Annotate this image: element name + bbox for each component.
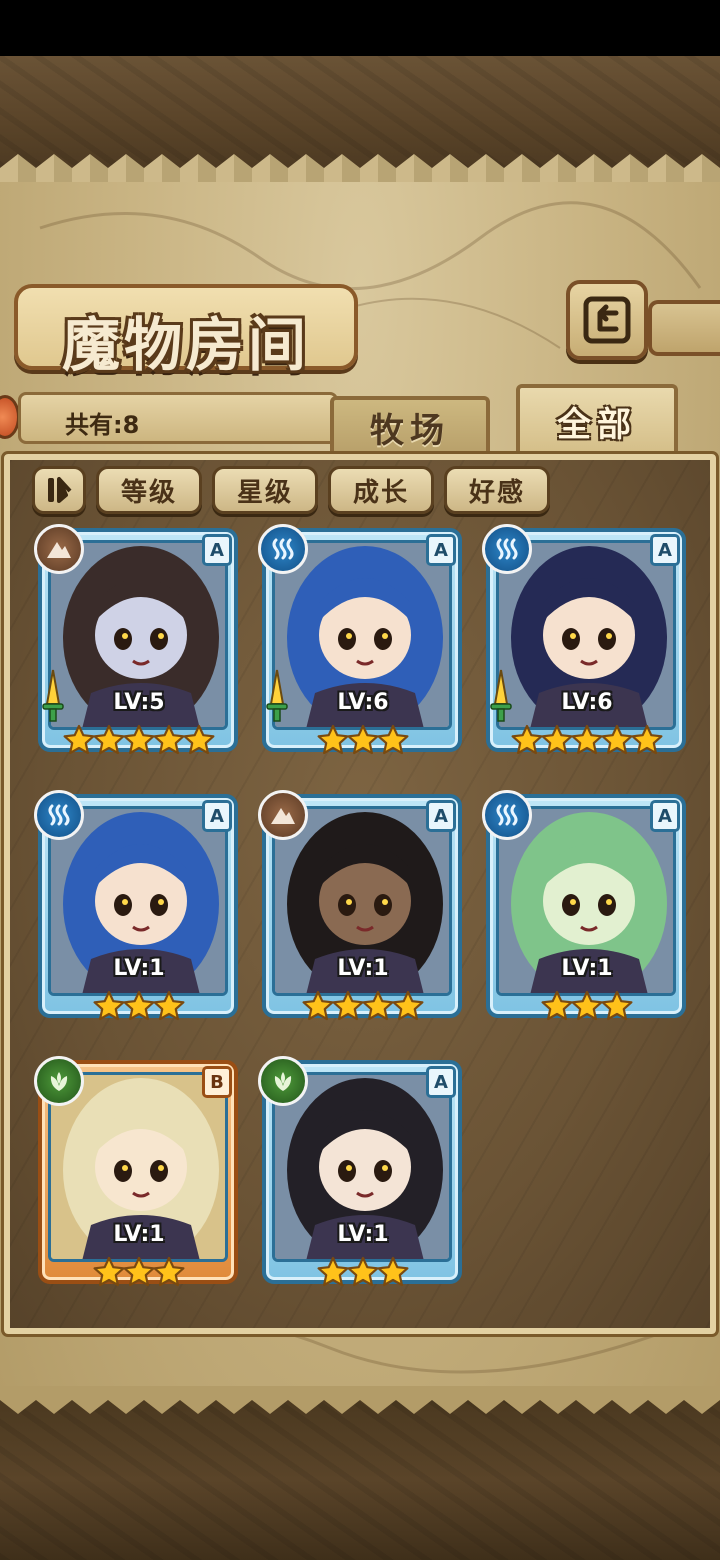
monster-card[interactable]: A LV:6 xyxy=(482,524,692,772)
filter-row: 等级 星级 成长 好感 xyxy=(32,466,550,516)
star-icon xyxy=(362,990,394,1021)
back-arrow-icon xyxy=(583,296,631,344)
monster-level: LV:5 xyxy=(113,690,165,715)
star-icon xyxy=(347,724,379,755)
monster-level: LV:6 xyxy=(561,690,613,715)
monster-card[interactable]: A LV:1 xyxy=(258,790,468,1038)
monster-level: LV:6 xyxy=(337,690,389,715)
monster-card[interactable]: A LV:6 xyxy=(258,524,468,772)
star-rating xyxy=(258,990,468,1022)
monster-level: LV:1 xyxy=(113,1222,165,1247)
monster-card[interactable]: B LV:1 xyxy=(34,1056,244,1304)
monster-card[interactable]: A LV:1 xyxy=(34,790,244,1038)
star-icon xyxy=(541,990,573,1021)
rank-badge: A xyxy=(426,1066,456,1098)
star-rating xyxy=(258,1256,468,1288)
star-icon xyxy=(317,724,349,755)
monster-level: LV:1 xyxy=(337,956,389,981)
sort-order-toggle[interactable] xyxy=(32,466,86,514)
wood-icon xyxy=(258,1056,308,1106)
star-icon xyxy=(601,724,633,755)
background-top xyxy=(0,56,720,168)
star-icon xyxy=(631,724,663,755)
star-icon xyxy=(63,724,95,755)
rank-badge: A xyxy=(202,800,232,832)
filter-affection-button[interactable]: 好感 xyxy=(444,466,550,514)
monster-level: LV:1 xyxy=(561,956,613,981)
star-icon xyxy=(93,1256,125,1287)
star-rating xyxy=(34,724,244,756)
star-rating xyxy=(34,1256,244,1288)
back-bar xyxy=(648,300,720,356)
tab-all[interactable]: 全部 xyxy=(516,384,678,454)
star-icon xyxy=(347,1256,379,1287)
star-icon xyxy=(93,724,125,755)
wood-icon xyxy=(34,1056,84,1106)
star-icon xyxy=(302,990,334,1021)
water-icon xyxy=(482,790,532,840)
background-bottom xyxy=(0,1400,720,1560)
star-icon xyxy=(153,724,185,755)
star-icon xyxy=(123,990,155,1021)
star-icon xyxy=(123,1256,155,1287)
star-icon xyxy=(183,724,215,755)
filter-star-button[interactable]: 星级 xyxy=(212,466,318,514)
tab-pasture[interactable]: 牧场 xyxy=(330,384,490,454)
rank-badge: A xyxy=(650,534,680,566)
star-icon xyxy=(541,724,573,755)
monster-level: LV:1 xyxy=(113,956,165,981)
earth-icon xyxy=(34,524,84,574)
filter-growth-button[interactable]: 成长 xyxy=(328,466,434,514)
star-icon xyxy=(377,724,409,755)
star-icon xyxy=(392,990,424,1021)
rank-badge: A xyxy=(426,534,456,566)
rank-badge: B xyxy=(202,1066,232,1098)
star-icon xyxy=(511,724,543,755)
monster-count: 共有:8 xyxy=(65,411,140,439)
star-rating xyxy=(34,990,244,1022)
tab-all-label: 全部 xyxy=(516,384,678,454)
monster-card[interactable]: A LV:5 xyxy=(34,524,244,772)
count-bar: 共有:8 xyxy=(18,392,338,444)
star-icon xyxy=(377,1256,409,1287)
rank-badge: A xyxy=(650,800,680,832)
tab-pasture-label: 牧场 xyxy=(330,396,490,454)
star-rating xyxy=(482,724,692,756)
water-icon xyxy=(34,790,84,840)
monster-card[interactable]: A LV:1 xyxy=(482,790,692,1038)
monster-card[interactable]: A LV:1 xyxy=(258,1056,468,1304)
earth-icon xyxy=(258,790,308,840)
star-icon xyxy=(571,990,603,1021)
rank-badge: A xyxy=(426,800,456,832)
star-rating xyxy=(482,990,692,1022)
status-bar xyxy=(0,0,720,56)
rank-badge: A xyxy=(202,534,232,566)
star-icon xyxy=(571,724,603,755)
star-icon xyxy=(317,1256,349,1287)
filter-level-button[interactable]: 等级 xyxy=(96,466,202,514)
star-rating xyxy=(258,724,468,756)
star-icon xyxy=(153,1256,185,1287)
water-icon xyxy=(258,524,308,574)
star-icon xyxy=(601,990,633,1021)
star-icon xyxy=(153,990,185,1021)
monster-level: LV:1 xyxy=(337,1222,389,1247)
page-title: 魔物房间 xyxy=(61,311,310,379)
star-icon xyxy=(123,724,155,755)
title-banner: 魔物房间 xyxy=(14,284,358,379)
star-icon xyxy=(332,990,364,1021)
back-button[interactable] xyxy=(566,280,648,360)
water-icon xyxy=(482,524,532,574)
star-icon xyxy=(93,990,125,1021)
sort-toggle-icon xyxy=(48,477,72,503)
